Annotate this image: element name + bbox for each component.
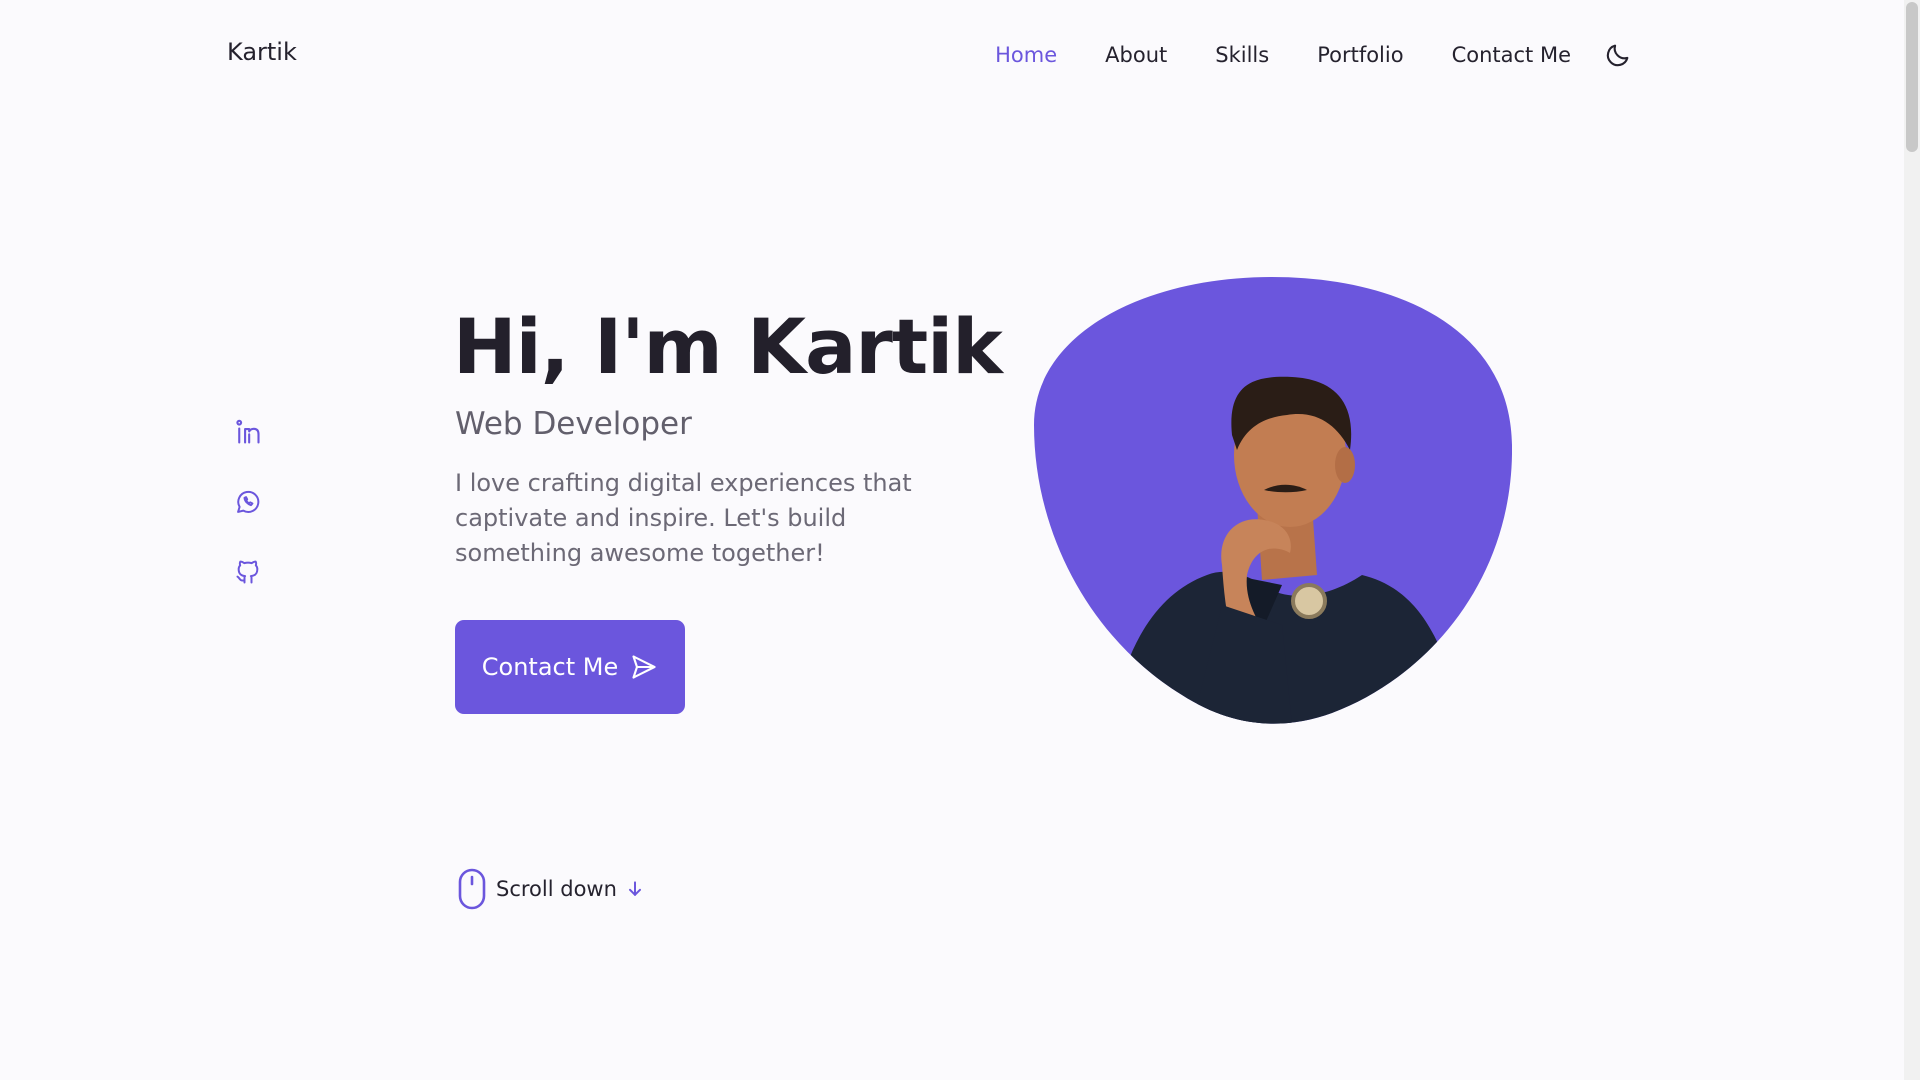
main-nav: Home About Skills Portfolio Contact Me [995, 40, 1633, 70]
contact-me-button[interactable]: Contact Me [455, 620, 685, 714]
moon-icon [1606, 44, 1629, 67]
whatsapp-icon [237, 490, 260, 513]
nav-contact[interactable]: Contact Me [1452, 43, 1571, 67]
site-header: Kartik Home About Skills Portfolio Conta… [0, 0, 1904, 110]
scroll-down-label: Scroll down [496, 877, 617, 901]
nav-home[interactable]: Home [995, 43, 1057, 67]
hero-description: I love crafting digital experiences that… [455, 469, 912, 567]
arrow-down-icon [628, 881, 641, 896]
nav-skills[interactable]: Skills [1215, 43, 1269, 67]
theme-toggle-button[interactable] [1603, 40, 1633, 70]
logo[interactable]: Kartik [227, 38, 297, 66]
nav-portfolio[interactable]: Portfolio [1317, 43, 1403, 67]
social-links [233, 418, 263, 586]
nav-about[interactable]: About [1105, 43, 1167, 67]
mouse-icon [458, 868, 486, 910]
linkedin-icon [236, 419, 260, 444]
scrollbar-thumb[interactable] [1906, 2, 1918, 152]
hero-title: Hi, I'm Kartik [453, 302, 1003, 391]
github-link[interactable] [233, 558, 263, 586]
profile-image [1034, 277, 1512, 724]
contact-me-label: Contact Me [481, 653, 619, 681]
page-scrollbar[interactable] [1904, 0, 1920, 1080]
whatsapp-link[interactable] [233, 488, 263, 516]
scroll-down-link[interactable]: Scroll down [456, 868, 645, 910]
send-icon [632, 655, 656, 679]
hero-subtitle: Web Developer [455, 406, 692, 442]
github-icon [236, 560, 259, 584]
linkedin-link[interactable] [233, 418, 263, 446]
